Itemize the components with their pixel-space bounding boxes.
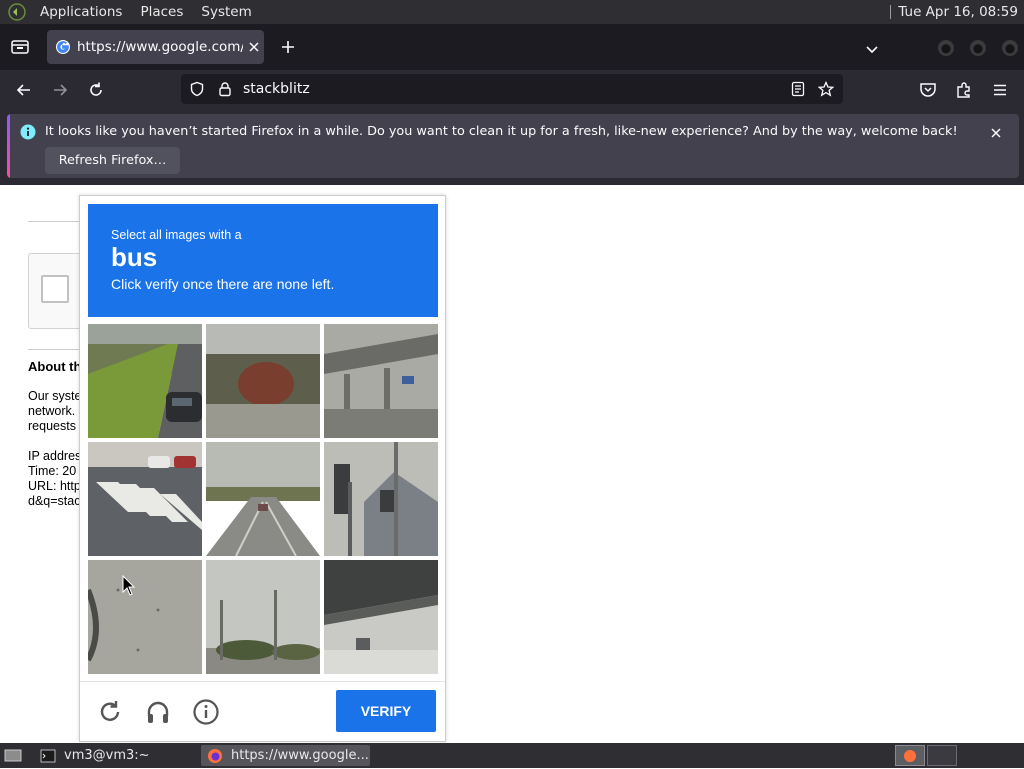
recaptcha-checkbox[interactable] — [41, 275, 69, 303]
info-icon[interactable] — [192, 698, 220, 726]
challenge-subinstruction: Click verify once there are none left. — [111, 276, 335, 292]
workspace-1[interactable] — [895, 745, 925, 766]
minimize-window-icon[interactable] — [938, 40, 954, 56]
refresh-firefox-notification: It looks like you haven’t started Firefo… — [7, 114, 1019, 178]
reader-view-icon[interactable] — [790, 81, 806, 97]
navigation-toolbar: stackblitz — [0, 70, 1024, 110]
url-bar[interactable]: stackblitz — [181, 74, 843, 104]
image-tile-overpass-bridge[interactable] — [324, 324, 438, 438]
close-tab-icon[interactable] — [247, 40, 261, 54]
image-tile-gravel-corner[interactable] — [88, 560, 202, 674]
tab-strip: https://www.google.com/sorry/index?conti… — [0, 24, 1024, 70]
challenge-header: Select all images with a bus Click verif… — [88, 204, 438, 317]
show-desktop-icon[interactable] — [4, 748, 22, 763]
tab-title: https://www.google.com/sorry/index?conti… — [77, 39, 243, 55]
firefox-icon — [207, 748, 223, 764]
info-icon — [20, 124, 36, 140]
audio-headphones-icon[interactable] — [144, 698, 172, 726]
image-grid — [88, 324, 438, 674]
back-icon[interactable] — [14, 80, 34, 100]
terminal-icon — [40, 748, 56, 764]
about-body-text: Our syste network. requests — [28, 389, 82, 433]
verify-button[interactable]: VERIFY — [336, 690, 436, 732]
image-tile-street-trees[interactable] — [206, 560, 320, 674]
request-details-text: IP addres Time: 20 URL: http d&q=stac — [28, 449, 82, 508]
taskbar-item-terminal[interactable]: vm3@vm3:~ — [34, 745, 199, 766]
applications-menu[interactable]: Applications — [34, 4, 128, 20]
challenge-instruction: Select all images with a — [111, 228, 242, 242]
tracking-protection-shield-icon[interactable] — [189, 81, 205, 97]
url-bar-text: stackblitz — [243, 81, 310, 97]
places-menu[interactable]: Places — [134, 4, 189, 20]
google-g-icon — [55, 39, 71, 55]
image-tile-highway-road[interactable] — [206, 442, 320, 556]
refresh-firefox-button[interactable]: Refresh Firefox… — [45, 147, 180, 174]
challenge-keyword: bus — [111, 242, 158, 272]
close-window-icon[interactable] — [1002, 40, 1018, 56]
image-tile-shrub-fence[interactable] — [206, 324, 320, 438]
forward-icon[interactable] — [50, 80, 70, 100]
taskbar-item-label: https://www.google... — [231, 748, 369, 763]
pocket-icon[interactable] — [918, 80, 938, 100]
reload-icon[interactable] — [96, 698, 124, 726]
extensions-puzzle-icon[interactable] — [954, 80, 974, 100]
image-tile-traffic-light[interactable] — [324, 442, 438, 556]
top-panel: Applications Places System Tue Apr 16, 0… — [0, 0, 1024, 24]
bookmark-star-icon[interactable] — [817, 80, 835, 97]
firefox-view-icon[interactable] — [10, 38, 30, 56]
about-heading: About th — [28, 359, 82, 374]
distro-logo-icon[interactable] — [6, 1, 28, 23]
notification-accent — [7, 114, 10, 178]
image-tile-road-with-car[interactable] — [88, 324, 202, 438]
clock-text: Tue Apr 16, 08:59 — [898, 4, 1018, 20]
list-all-tabs-icon[interactable] — [865, 41, 879, 54]
footer-divider — [80, 681, 445, 682]
clock[interactable]: Tue Apr 16, 08:59 — [890, 4, 1018, 20]
hamburger-menu-icon[interactable] — [990, 80, 1010, 100]
recaptcha-challenge-popup: Select all images with a bus Click verif… — [79, 195, 446, 742]
workspace-2[interactable] — [927, 745, 957, 766]
taskbar-item-firefox[interactable]: https://www.google... — [201, 745, 370, 766]
panel-separator — [890, 5, 892, 19]
image-tile-crosswalk-street[interactable] — [88, 442, 202, 556]
bottom-taskbar: vm3@vm3:~ https://www.google... — [0, 743, 1024, 768]
maximize-window-icon[interactable] — [970, 40, 986, 56]
taskbar-item-label: vm3@vm3:~ — [64, 748, 150, 763]
new-tab-icon[interactable] — [280, 39, 296, 55]
reload-page-icon[interactable] — [86, 80, 106, 100]
notification-message: It looks like you haven’t started Firefo… — [45, 124, 958, 139]
notification-area: It looks like you haven’t started Firefo… — [0, 110, 1024, 185]
lock-icon[interactable] — [217, 81, 233, 97]
mouse-pointer-icon — [122, 574, 136, 597]
system-menu[interactable]: System — [195, 4, 257, 20]
image-tile-bridge-underpass[interactable] — [324, 560, 438, 674]
tab-google-sorry[interactable]: https://www.google.com/sorry/index?conti… — [47, 30, 264, 64]
close-notification-icon[interactable] — [989, 125, 1003, 139]
